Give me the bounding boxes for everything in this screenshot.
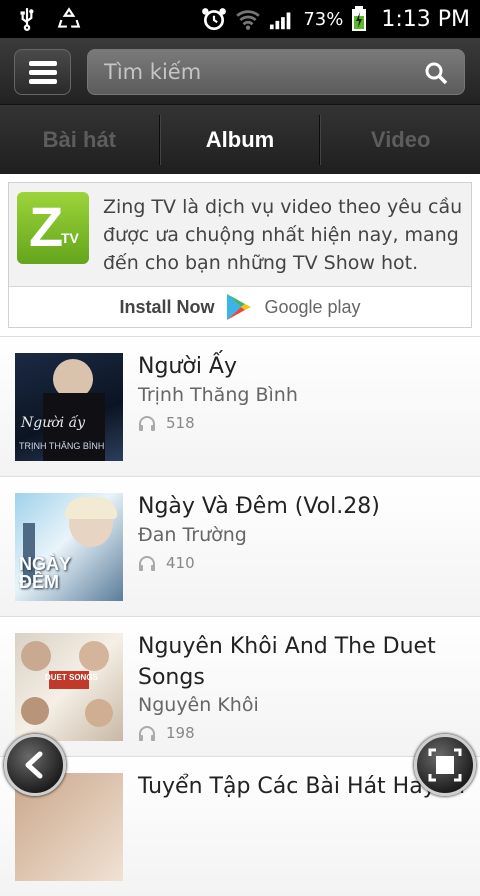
- install-label: Install Now: [119, 296, 215, 317]
- alarm-icon: [202, 8, 227, 31]
- top-bar: [0, 38, 480, 104]
- usb-icon: [20, 8, 34, 31]
- fullscreen-icon: [428, 748, 462, 782]
- tab-video[interactable]: Video: [321, 105, 480, 174]
- album-cover: NGÀY ĐÊM: [15, 493, 123, 601]
- tab-songs[interactable]: Bài hát: [0, 105, 159, 174]
- album-artist: Đan Trường: [138, 524, 247, 546]
- album-list: Người ấy TRỊNH THĂNG BÌNH Người Ấy Trịnh…: [0, 336, 480, 896]
- wifi-icon: [236, 10, 261, 30]
- list-item[interactable]: DUET SONGS Nguyên Khôi And The Duet Song…: [0, 616, 480, 756]
- list-item[interactable]: Người ấy TRỊNH THĂNG BÌNH Người Ấy Trịnh…: [0, 336, 480, 476]
- clock: 1:13 PM: [381, 6, 470, 32]
- tab-bar: Bài hát Album Video: [0, 104, 480, 174]
- google-play-icon: [227, 294, 252, 320]
- menu-button[interactable]: [14, 49, 71, 95]
- headphone-icon: [139, 726, 155, 741]
- zing-tv-logo: Z TV: [17, 192, 89, 264]
- list-item[interactable]: NGÀY ĐÊM Ngày Và Đêm (Vol.28) Đan Trường…: [0, 476, 480, 616]
- ad-content[interactable]: Z TV Zing TV là dịch vụ video theo yêu c…: [9, 183, 471, 286]
- play-count: 410: [138, 554, 195, 572]
- album-title: Người Ấy: [138, 354, 237, 379]
- search-input[interactable]: [104, 50, 404, 94]
- list-item[interactable]: Tuyển Tập Các Bài Hát Hay Nhất: [0, 756, 480, 896]
- ad-description: Zing TV là dịch vụ video theo yêu cầu đư…: [103, 196, 463, 274]
- recycle-icon: [57, 7, 81, 28]
- album-artist: Nguyên Khôi: [138, 694, 259, 716]
- headphone-icon: [139, 416, 155, 431]
- album-cover: Người ấy TRỊNH THĂNG BÌNH: [15, 353, 123, 461]
- play-count: 198: [138, 724, 195, 742]
- headphone-icon: [139, 556, 155, 571]
- tab-album[interactable]: Album: [161, 105, 320, 174]
- battery-percent: 73%: [303, 8, 344, 30]
- chevron-left-icon: [25, 751, 43, 779]
- ad-banner[interactable]: Z TV Zing TV là dịch vụ video theo yêu c…: [8, 182, 472, 328]
- album-title: Ngày Và Đêm (Vol.28): [138, 494, 380, 519]
- fullscreen-button[interactable]: [414, 734, 476, 796]
- play-count: 518: [138, 414, 195, 432]
- hamburger-icon: [28, 61, 57, 84]
- search-icon[interactable]: [424, 61, 448, 85]
- album-artist: Trịnh Thăng Bình: [138, 384, 298, 406]
- install-now-link[interactable]: Install Now Google play: [9, 286, 471, 327]
- signal-icon: [270, 12, 291, 30]
- album-title: Nguyên Khôi And The Duet Songs: [138, 634, 436, 690]
- status-bar: 73% 1:13 PM: [0, 0, 480, 38]
- back-button[interactable]: [4, 734, 66, 796]
- battery-charging-icon: [352, 6, 367, 31]
- google-play-label: Google play: [264, 296, 361, 317]
- album-cover: DUET SONGS: [15, 633, 123, 741]
- search-box[interactable]: [87, 49, 465, 95]
